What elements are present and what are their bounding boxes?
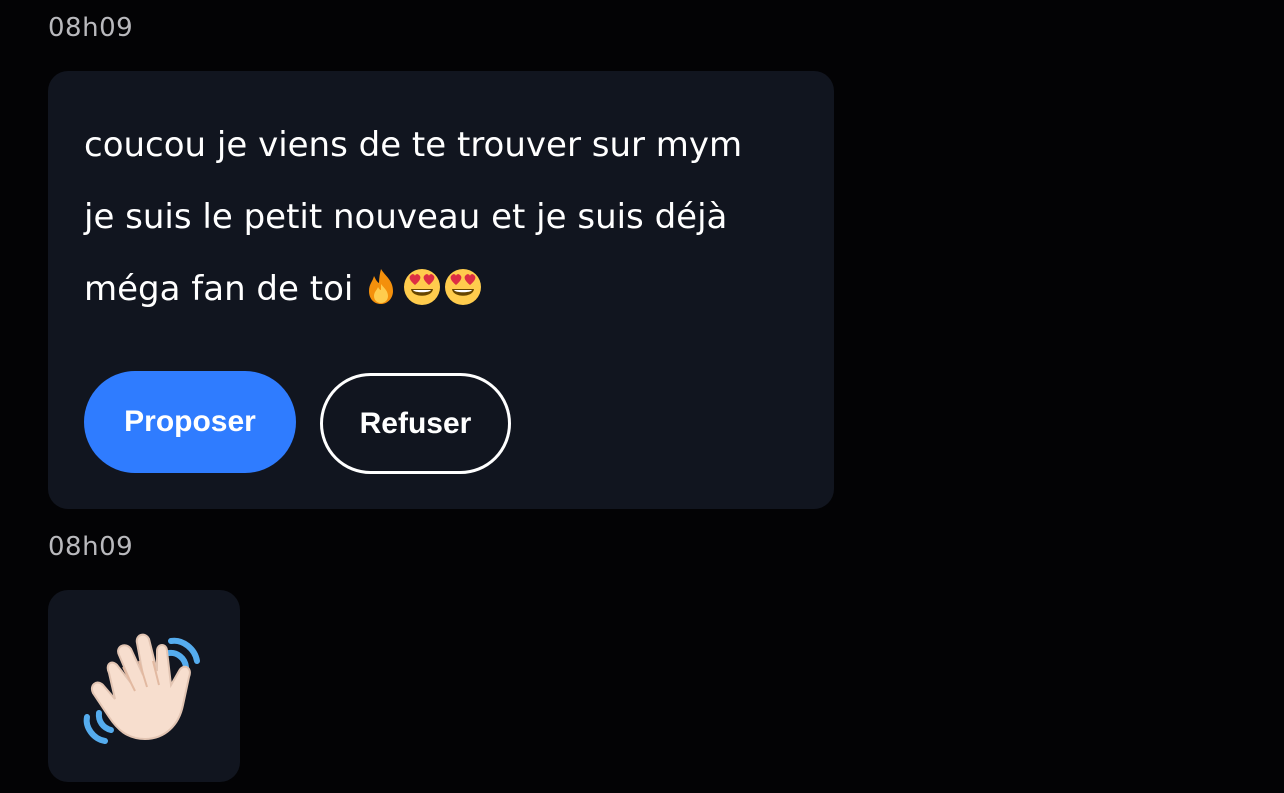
- message-timestamp: 08h09: [48, 13, 134, 43]
- fire-emoji-icon: [369, 269, 394, 304]
- refuse-button[interactable]: Refuser: [320, 373, 511, 474]
- message-line-with-emojis: méga fan de toi: [84, 253, 804, 325]
- message-timestamp: 08h09: [48, 532, 134, 562]
- message-line: je suis le petit nouveau et je suis déjà: [84, 197, 728, 237]
- message-bubble: coucou je viens de te trouver sur mym je…: [48, 71, 834, 509]
- heart-eyes-emoji-icon: [404, 269, 441, 305]
- chat-thread: 08h09 coucou je viens de te trouver sur …: [0, 0, 1284, 793]
- message-line: coucou je viens de te trouver sur mym: [84, 125, 743, 165]
- propose-button[interactable]: Proposer: [84, 371, 296, 473]
- heart-eyes-emoji-icon: [445, 269, 482, 305]
- message-text: coucou je viens de te trouver sur mym je…: [84, 109, 804, 325]
- waving-hand-emoji-icon: [83, 633, 200, 744]
- message-line: méga fan de toi: [84, 269, 354, 309]
- sticker-message: [48, 590, 240, 782]
- emoji-group: [361, 266, 484, 306]
